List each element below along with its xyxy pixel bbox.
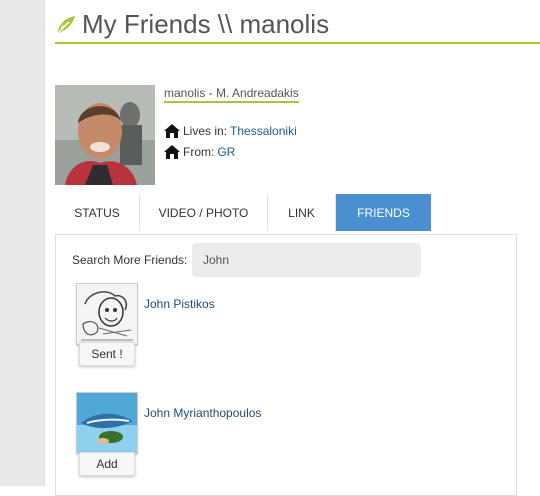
tab-link[interactable]: LINK <box>268 194 336 231</box>
tab-status[interactable]: STATUS <box>55 194 140 231</box>
from-row: From: GR <box>164 145 235 159</box>
profile-name-link[interactable]: manolis - M. Andreadakis <box>164 86 299 103</box>
tab-video-photo[interactable]: VIDEO / PHOTO <box>140 194 268 231</box>
from-label: From: <box>183 145 215 159</box>
lives-in-row: Lives in: Thessaloniki <box>164 124 297 138</box>
friend-name-link[interactable]: John Myrianthopoulos <box>144 406 261 420</box>
search-input[interactable] <box>192 243 421 277</box>
from-link[interactable]: GR <box>217 145 235 159</box>
leaf-icon <box>55 14 77 41</box>
left-gutter <box>0 0 45 486</box>
friend-avatar[interactable] <box>76 392 138 454</box>
friend-sent-button[interactable]: Sent ! <box>79 342 135 366</box>
avatar[interactable] <box>55 85 155 185</box>
friend-add-button[interactable]: Add <box>79 452 135 476</box>
tab-friends[interactable]: FRIENDS <box>336 194 431 231</box>
profile-tabs: STATUS VIDEO / PHOTO LINK FRIENDS <box>55 194 431 231</box>
home-icon <box>164 145 180 159</box>
home-icon <box>164 124 180 138</box>
page-title: My Friends \\ manolis <box>82 9 330 39</box>
page-header: My Friends \\ manolis <box>55 8 540 44</box>
lives-in-label: Lives in: <box>183 124 228 138</box>
lives-in-link[interactable]: Thessaloniki <box>230 124 297 138</box>
friends-panel: Search More Friends: John Pistikos Sent … <box>55 234 517 496</box>
search-label: Search More Friends: <box>72 253 188 267</box>
friend-avatar[interactable] <box>76 283 138 345</box>
friend-name-link[interactable]: John Pistikos <box>144 297 215 311</box>
